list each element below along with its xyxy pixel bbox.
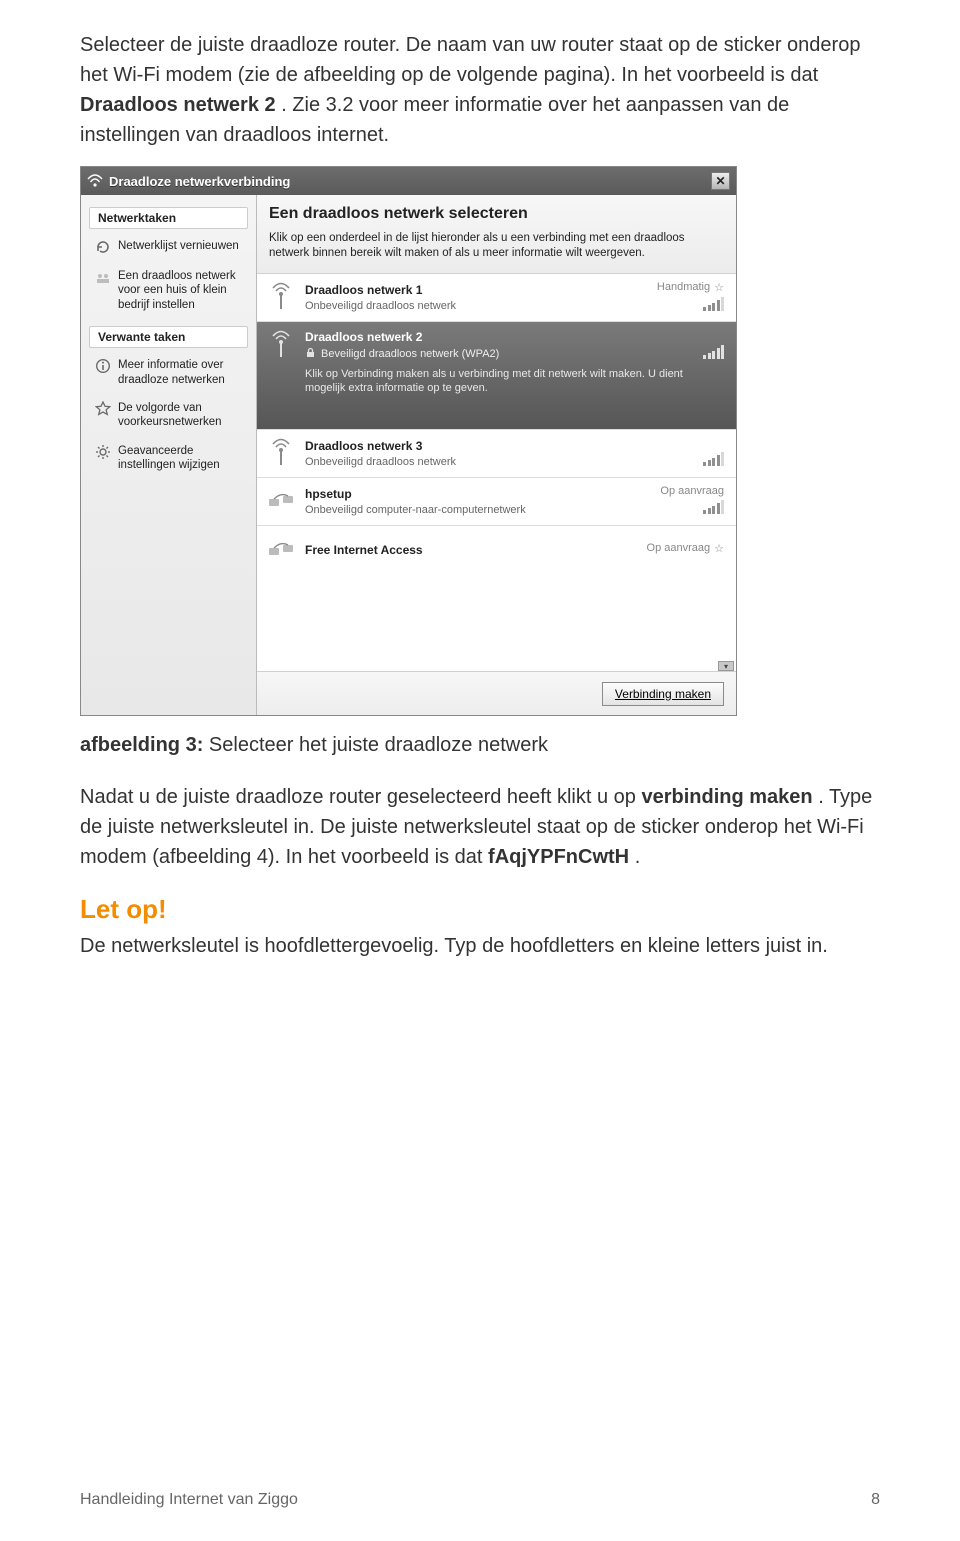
network-status: Op aanvraag (647, 542, 711, 554)
warning-heading: Let op! (80, 894, 880, 925)
sidebar-item-info[interactable]: Meer informatie over draadloze netwerken (81, 352, 256, 395)
dialog-footer: ▾ Verbinding maken (257, 671, 736, 715)
network-sub: Onbeveiligd draadloos netwerk (305, 456, 693, 468)
signal-bars-icon (703, 500, 724, 514)
sidebar-item-label: Meer informatie over draadloze netwerken (118, 358, 244, 387)
sidebar-heading: Netwerktaken (89, 207, 248, 229)
home-network-icon (95, 269, 111, 285)
antenna-icon (267, 330, 295, 360)
sidebar-item-label: Geavanceerde instellingen wijzigen (118, 444, 244, 473)
close-icon[interactable]: ✕ (711, 172, 730, 190)
network-sub: Onbeveiligd computer-naar-computernetwer… (305, 504, 650, 516)
footer-title: Handleiding Internet van Ziggo (80, 1491, 298, 1509)
text: . (635, 846, 641, 868)
sidebar-item-setup[interactable]: Een draadloos netwerk voor een huis of k… (81, 263, 256, 320)
signal-bars-icon (703, 345, 724, 359)
connect-button-label: Verbinding maken (615, 687, 711, 701)
paragraph-warning: De netwerksleutel is hoofdlettergevoelig… (80, 931, 880, 961)
info-icon (95, 358, 111, 374)
wifi-icon (87, 174, 103, 188)
wireless-dialog: Draadloze netwerkverbinding ✕ Netwerktak… (80, 166, 737, 716)
caption-label: afbeelding 3: (80, 734, 203, 756)
signal-bars-icon (703, 452, 724, 466)
sidebar-item-label: De volgorde van voorkeursnetwerken (118, 401, 244, 430)
refresh-icon (95, 239, 111, 255)
network-row-selected[interactable]: Draadloos netwerk 2 Beveiligd draadloos … (257, 322, 736, 430)
window-title: Draadloze netwerkverbinding (109, 174, 705, 189)
antenna-icon (267, 438, 295, 468)
network-list: Draadloos netwerk 1 Onbeveiligd draadloo… (257, 274, 736, 671)
sidebar-item-order[interactable]: De volgorde van voorkeursnetwerken (81, 395, 256, 438)
antenna-icon (267, 282, 295, 312)
network-status: Handmatig (657, 281, 710, 293)
connect-button[interactable]: Verbinding maken (602, 682, 724, 706)
dialog-body: Netwerktaken Netwerklijst vernieuwen Een… (81, 195, 736, 715)
paragraph-after: Nadat u de juiste draadloze router gesel… (80, 782, 880, 872)
scroll-down-icon[interactable]: ▾ (718, 661, 734, 671)
network-name: Draadloos netwerk 1 (305, 283, 647, 297)
network-row[interactable]: hpsetup Onbeveiligd computer-naar-comput… (257, 478, 736, 526)
text-bold: fAqjYPFnCwtH (488, 846, 629, 868)
network-name: Free Internet Access (305, 543, 637, 557)
sidebar-item-label: Netwerklijst vernieuwen (118, 239, 239, 253)
text: Selecteer de juiste draadloze router. De… (80, 34, 860, 86)
text: Nadat u de juiste draadloze router gesel… (80, 786, 641, 808)
network-row[interactable]: Draadloos netwerk 1 Onbeveiligd draadloo… (257, 274, 736, 322)
sidebar-heading: Verwante taken (89, 326, 248, 348)
titlebar: Draadloze netwerkverbinding ✕ (81, 167, 736, 195)
text-bold: Draadloos netwerk 2 (80, 94, 276, 116)
text-bold: verbinding maken (641, 786, 812, 808)
network-row[interactable]: Free Internet Access Op aanvraag ☆ (257, 526, 736, 574)
network-row[interactable]: Draadloos netwerk 3 Onbeveiligd draadloo… (257, 430, 736, 478)
star-icon (95, 401, 111, 417)
network-name: Draadloos netwerk 2 (305, 330, 693, 344)
main-panel: Een draadloos netwerk selecteren Klik op… (257, 195, 736, 715)
adhoc-icon (267, 539, 295, 561)
main-header: Een draadloos netwerk selecteren Klik op… (257, 195, 736, 274)
figure-caption: afbeelding 3: Selecteer het juiste draad… (80, 730, 880, 760)
network-name: Draadloos netwerk 3 (305, 439, 693, 453)
signal-bars-icon (703, 297, 724, 311)
lock-icon (305, 347, 316, 361)
page-footer: Handleiding Internet van Ziggo 8 (80, 1491, 880, 1509)
sidebar-item-advanced[interactable]: Geavanceerde instellingen wijzigen (81, 438, 256, 481)
network-status: Op aanvraag (660, 485, 724, 497)
main-heading: Een draadloos netwerk selecteren (269, 205, 724, 223)
caption-text: Selecteer het juiste draadloze netwerk (209, 734, 548, 756)
gear-icon (95, 444, 111, 460)
sidebar-item-label: Een draadloos netwerk voor een huis of k… (118, 269, 244, 312)
network-sub: Beveiligd draadloos netwerk (WPA2) (321, 348, 499, 360)
main-intro: Klik op een onderdeel in de lijst hieron… (269, 231, 724, 261)
page-number: 8 (871, 1491, 880, 1509)
star-icon: ☆ (714, 542, 724, 555)
adhoc-icon (267, 490, 295, 512)
network-name: hpsetup (305, 487, 650, 501)
network-sub: Onbeveiligd draadloos netwerk (305, 300, 647, 312)
star-icon: ☆ (714, 281, 724, 294)
sidebar: Netwerktaken Netwerklijst vernieuwen Een… (81, 195, 257, 715)
sidebar-item-refresh[interactable]: Netwerklijst vernieuwen (81, 233, 256, 263)
network-description: Klik op Verbinding maken als u verbindin… (305, 367, 693, 396)
paragraph-intro: Selecteer de juiste draadloze router. De… (80, 30, 880, 150)
